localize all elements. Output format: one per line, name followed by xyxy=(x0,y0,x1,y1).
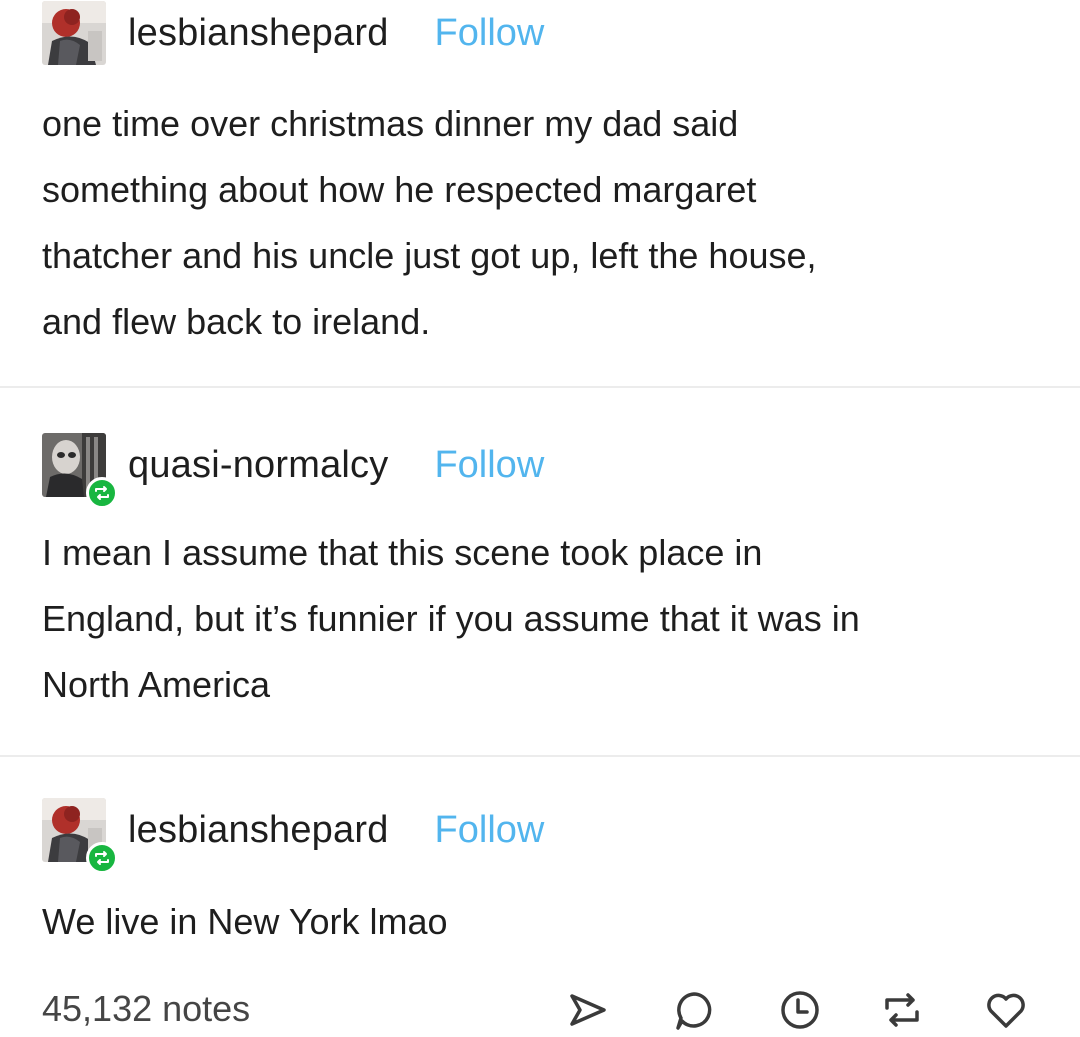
text-line: North America xyxy=(42,664,271,705)
text-line: England, but it’s funnier if you assume … xyxy=(42,598,860,639)
like-icon[interactable] xyxy=(984,988,1028,1032)
reblog-icon[interactable] xyxy=(880,988,924,1032)
username[interactable]: lesbianshepard xyxy=(128,809,389,852)
post-header: lesbianshepard Follow xyxy=(42,797,545,874)
text-line: We live in New York lmao xyxy=(42,901,448,942)
follow-button[interactable]: Follow xyxy=(435,12,545,55)
text-line: and flew back to ireland. xyxy=(42,301,431,342)
avatar[interactable] xyxy=(42,433,118,509)
text-line: I mean I assume that this scene took pla… xyxy=(42,532,763,573)
post-text: one time over christmas dinner my dad sa… xyxy=(42,91,1052,355)
post-header: quasi-normalcy Follow xyxy=(42,432,544,509)
follow-button[interactable]: Follow xyxy=(435,809,545,852)
reply-icon[interactable] xyxy=(672,988,716,1032)
reblog-badge xyxy=(86,842,118,874)
post-text: I mean I assume that this scene took pla… xyxy=(42,520,1052,718)
username[interactable]: lesbianshepard xyxy=(128,12,389,55)
post-header: lesbianshepard Follow xyxy=(42,0,544,66)
follow-button[interactable]: Follow xyxy=(434,444,544,487)
post-footer: 45,132 notes xyxy=(0,982,1080,1030)
divider xyxy=(0,755,1080,757)
share-icon[interactable] xyxy=(566,988,610,1032)
queue-icon[interactable] xyxy=(778,988,822,1032)
avatar[interactable] xyxy=(42,798,118,874)
notes-count[interactable]: 45,132 notes xyxy=(42,988,250,1030)
text-line: one time over christmas dinner my dad sa… xyxy=(42,103,739,144)
text-line: thatcher and his uncle just got up, left… xyxy=(42,235,817,276)
post-text: We live in New York lmao xyxy=(42,889,1052,955)
avatar[interactable] xyxy=(42,1,106,65)
text-line: something about how he respected margare… xyxy=(42,169,757,210)
reblog-badge xyxy=(86,477,118,509)
username[interactable]: quasi-normalcy xyxy=(128,444,388,487)
avatar-image xyxy=(42,1,106,65)
divider xyxy=(0,386,1080,388)
